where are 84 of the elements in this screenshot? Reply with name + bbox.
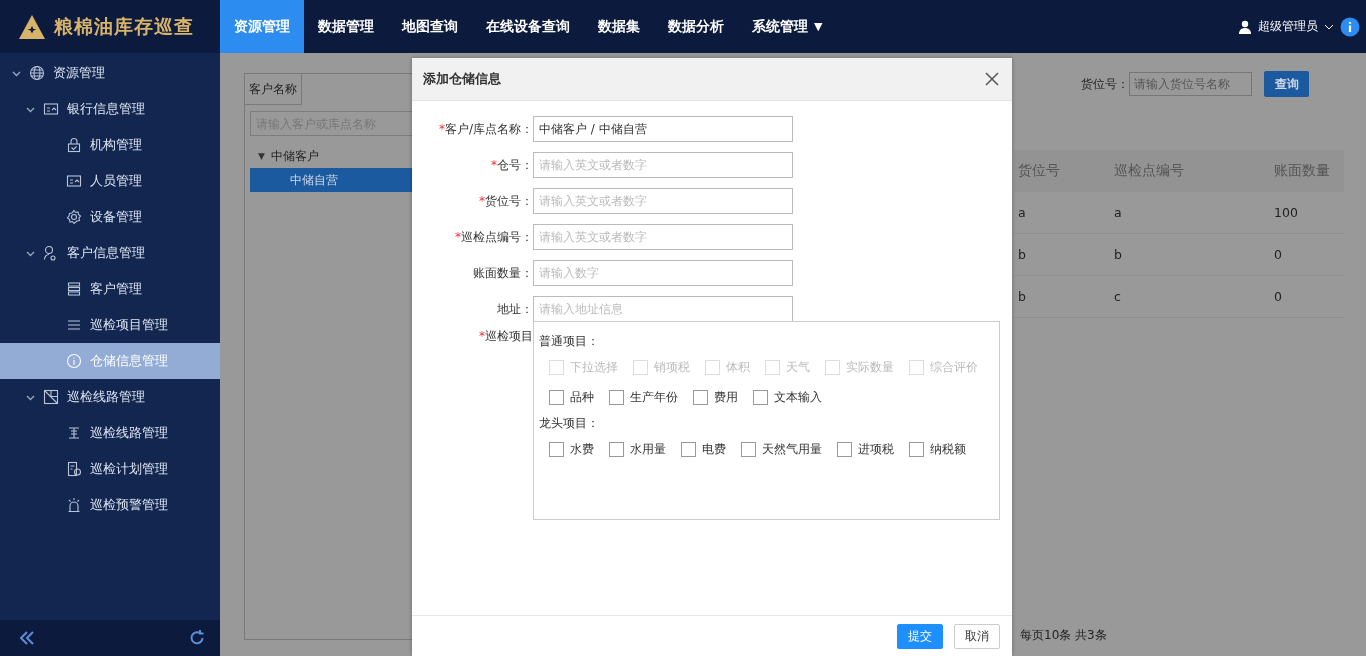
table-cell-text: b (1017, 247, 1027, 262)
sidebar-item[interactable]: 人员管理 (0, 163, 220, 199)
nav-tab[interactable]: 数据集 (584, 0, 654, 53)
table-cell-text: 0 (1273, 289, 1283, 304)
sidebar-item[interactable]: 巡检预警管理 (0, 487, 220, 523)
field-label: *货位号： (478, 192, 533, 210)
nav-tab[interactable]: 数据管理 (304, 0, 388, 53)
input-field[interactable]: 请输入英文或者数字 (533, 224, 793, 250)
menu-icon (66, 209, 82, 225)
chevron-down-icon[interactable] (1324, 22, 1334, 31)
group-title: 龙头项目： (539, 414, 600, 432)
checkbox[interactable]: 文本输入 (753, 388, 822, 406)
close-icon[interactable] (984, 71, 1000, 87)
checkbox[interactable]: 水用量 (609, 440, 666, 458)
sidebar-item[interactable]: 银行信息管理 (0, 91, 220, 127)
table-cell-text: b (1017, 289, 1027, 304)
checkbox[interactable]: 费用 (693, 388, 738, 406)
table-cell-text: 100 (1273, 205, 1299, 220)
nav-tab[interactable]: 地图查询 (388, 0, 472, 53)
user-name[interactable]: 超级管理员 (1258, 18, 1318, 35)
table-cell-text: a (1017, 205, 1027, 220)
field-label: 地址： (496, 300, 533, 318)
field-label: *巡检项目 (478, 328, 533, 345)
menu-icon (66, 461, 82, 477)
query-button[interactable]: 查询 (1264, 71, 1309, 97)
sidebar-item[interactable]: 客户管理 (0, 271, 220, 307)
nav-tab[interactable]: 系统管理 ▼ (738, 0, 837, 53)
field-label: *仓号： (490, 156, 533, 174)
menu-icon (43, 101, 59, 117)
refresh-icon[interactable] (188, 629, 206, 647)
sidebar-item[interactable]: 巡检线路管理 (0, 379, 220, 415)
field-label: *巡检点编号： (454, 228, 533, 246)
column-header: 巡检点编号 (1113, 162, 1185, 180)
expand-arrow[interactable]: ▼ (258, 151, 265, 161)
table-cell-text: b (1113, 247, 1123, 262)
menu-icon (66, 173, 82, 189)
field-label: 账面数量： (472, 264, 533, 282)
panel-tab[interactable]: 客户名称 (245, 73, 302, 105)
input-field[interactable]: 请输入数字 (533, 260, 793, 286)
app-title: 粮棉油库存巡查 (54, 13, 194, 39)
filter-input[interactable]: 请输入货位号名称 (1129, 72, 1252, 96)
sidebar-item[interactable]: 巡检计划管理 (0, 451, 220, 487)
checkbox[interactable]: 电费 (681, 440, 726, 458)
sidebar-item[interactable]: 巡检线路管理 (0, 415, 220, 451)
filter-label: 货位号： (1081, 75, 1129, 93)
menu-icon (43, 389, 59, 405)
cancel-button[interactable]: 取消 (954, 623, 1000, 649)
column-header: 货位号 (1017, 162, 1061, 180)
menu-icon (66, 497, 82, 513)
sidebar-item[interactable]: 设备管理 (0, 199, 220, 235)
menu-icon (66, 353, 82, 369)
group-title: 普通项目： (539, 332, 600, 350)
input-field[interactable]: 中储客户 / 中储自营 (533, 116, 793, 142)
input-field[interactable]: 请输入英文或者数字 (533, 152, 793, 178)
menu-icon (43, 245, 59, 261)
nav-tab[interactable]: 在线设备查询 (472, 0, 584, 53)
info-icon[interactable] (1340, 16, 1360, 37)
menu-icon (66, 281, 82, 297)
sidebar-item[interactable]: 巡检项目管理 (0, 307, 220, 343)
sidebar-item[interactable]: 客户信息管理 (0, 235, 220, 271)
input-field[interactable]: 请输入英文或者数字 (533, 188, 793, 214)
collapse-icon[interactable] (18, 629, 36, 647)
sidebar-item[interactable]: 机构管理 (0, 127, 220, 163)
dialog-title: 添加仓储信息 (423, 70, 501, 88)
checkbox[interactable]: 生产年份 (609, 388, 678, 406)
column-header: 账面数量 (1273, 162, 1331, 180)
pagination-info: 每页10条 共3条 (1020, 627, 1107, 644)
table-cell-text: a (1113, 205, 1123, 220)
menu-icon (66, 425, 82, 441)
nav-tab[interactable]: 数据分析 (654, 0, 738, 53)
menu-icon (66, 317, 82, 333)
user-icon (1238, 19, 1252, 34)
table-cell-text: 0 (1273, 247, 1283, 262)
checkbox[interactable]: 进项税 (837, 440, 894, 458)
checkbox[interactable]: 纳税额 (909, 440, 966, 458)
menu-icon (29, 65, 45, 81)
menu-icon (66, 137, 82, 153)
checkbox[interactable]: 品种 (549, 388, 594, 406)
input-field[interactable]: 请输入地址信息 (533, 296, 793, 322)
checkbox[interactable]: 天然气用量 (741, 440, 822, 458)
checkbox[interactable]: 水费 (549, 440, 594, 458)
logo-icon (18, 13, 46, 40)
sidebar-item[interactable]: 资源管理 (0, 55, 220, 91)
table-cell-text: c (1113, 289, 1122, 304)
